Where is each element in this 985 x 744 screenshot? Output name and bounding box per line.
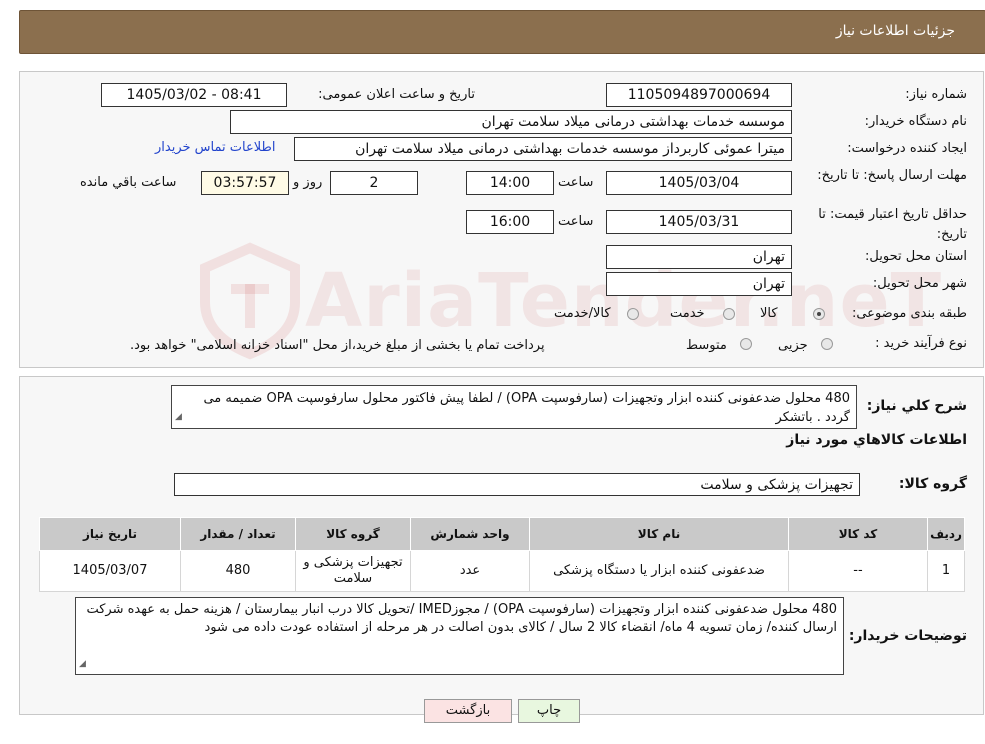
back-button[interactable]: بازگشت	[424, 699, 512, 723]
process-note: پرداخت تمام یا بخشی از مبلغ خرید،از محل …	[130, 338, 545, 353]
cell-code: --	[788, 550, 928, 592]
category-radio-goods-service[interactable]	[627, 308, 639, 320]
goods-group-label: گروه کالا:	[898, 476, 967, 492]
description-text: 480 محلول ضدعفونی کننده ابزار وتجهیزات (…	[203, 391, 850, 425]
announce-label: تاریخ و ساعت اعلان عمومی:	[318, 87, 475, 102]
col-name: نام کالا	[529, 517, 789, 551]
col-group: گروه کالا	[295, 517, 411, 551]
table-row: 1 -- ضدعفونی کننده ابزار یا دستگاه پزشکی…	[39, 550, 965, 592]
announce-field: 1405/03/02 - 08:41	[101, 83, 287, 107]
resize-grip-icon: ◢	[175, 412, 182, 422]
goods-group-field: تجهیزات پزشکی و سلامت	[174, 473, 860, 496]
col-row: ردیف	[927, 517, 965, 551]
category-option-service: خدمت	[670, 306, 705, 321]
watermark-text: AriaTender.neT	[305, 258, 943, 344]
resize-grip-icon: ◢	[79, 659, 86, 669]
cell-qty: 480	[180, 550, 296, 592]
cell-unit: عدد	[410, 550, 530, 592]
category-radio-service[interactable]	[723, 308, 735, 320]
need-number-label: شماره نیاز:	[905, 87, 967, 102]
cell-name: ضدعفونی کننده ابزار یا دستگاه پزشکی	[529, 550, 789, 592]
table-header-row: ردیف کد کالا نام کالا واحد شمارش گروه کا…	[39, 517, 965, 551]
need-number-field: 1105094897000694	[606, 83, 792, 107]
category-label: طبقه بندی موضوعی:	[851, 306, 967, 321]
city-field: تهران	[606, 272, 792, 296]
validity-label: حداقل تاریخ اعتبار قیمت: تا تاریخ:	[818, 207, 967, 242]
cell-date: 1405/03/07	[39, 550, 181, 592]
process-label: نوع فرآیند خرید :	[875, 336, 967, 351]
category-option-goods: کالا	[760, 306, 778, 321]
col-qty: تعداد / مقدار	[180, 517, 296, 551]
validity-date-field: 1405/03/31	[606, 210, 792, 234]
buyer-notes-text: 480 محلول ضدعفونی کننده ابزار وتجهیزات (…	[86, 602, 837, 635]
province-label: استان محل تحویل:	[865, 249, 967, 264]
description-label: شرح کلي نياز:	[866, 398, 967, 414]
buyer-notes-textarea[interactable]: 480 محلول ضدعفونی کننده ابزار وتجهیزات (…	[75, 597, 844, 675]
deadline-time-label: ساعت	[558, 175, 594, 190]
buyer-notes-label: توضیحات خریدار:	[848, 628, 967, 644]
cell-row: 1	[927, 550, 965, 592]
days-label: روز و	[293, 175, 323, 190]
requester-field: میترا عموئی کاربرداز موسسه خدمات بهداشتی…	[294, 137, 792, 161]
print-button[interactable]: چاپ	[518, 699, 580, 723]
process-option-minor: جزیی	[778, 338, 808, 353]
buyer-org-field: موسسه خدمات بهداشتی درمانی میلاد سلامت ت…	[230, 110, 792, 134]
col-unit: واحد شمارش	[410, 517, 530, 551]
days-field: 2	[330, 171, 418, 195]
validity-time-field: 16:00	[466, 210, 554, 234]
deadline-label: مهلت ارسال پاسخ: تا تاریخ:	[817, 168, 967, 183]
page-header: جزئیات اطلاعات نیاز	[19, 10, 985, 54]
page-title: جزئیات اطلاعات نیاز	[835, 23, 955, 39]
goods-info-title: اطلاعات كالاهاي مورد نياز	[786, 432, 967, 448]
remaining-time-field: 03:57:57	[201, 171, 289, 195]
buyer-contact-link[interactable]: اطلاعات تماس خریدار	[155, 140, 275, 155]
process-option-medium: متوسط	[686, 338, 727, 353]
province-field: تهران	[606, 245, 792, 269]
cell-group: تجهیزات پزشکی و سلامت	[295, 550, 411, 592]
category-radio-goods[interactable]	[813, 308, 825, 320]
deadline-time-field: 14:00	[466, 171, 554, 195]
description-textarea[interactable]: 480 محلول ضدعفونی کننده ابزار وتجهیزات (…	[171, 385, 857, 429]
remaining-time-label: ساعت باقي مانده	[80, 175, 177, 190]
col-date: تاریخ نیاز	[39, 517, 181, 551]
col-code: کد کالا	[788, 517, 928, 551]
category-option-goods-service: کالا/خدمت	[554, 306, 611, 321]
process-radio-minor[interactable]	[821, 338, 833, 350]
city-label: شهر محل تحویل:	[872, 276, 967, 291]
process-radio-medium[interactable]	[740, 338, 752, 350]
deadline-date-field: 1405/03/04	[606, 171, 792, 195]
items-table: ردیف کد کالا نام کالا واحد شمارش گروه کا…	[39, 517, 965, 592]
buyer-org-label: نام دستگاه خریدار:	[864, 114, 967, 129]
requester-label: ایجاد کننده درخواست:	[847, 141, 967, 156]
validity-time-label: ساعت	[558, 214, 594, 229]
